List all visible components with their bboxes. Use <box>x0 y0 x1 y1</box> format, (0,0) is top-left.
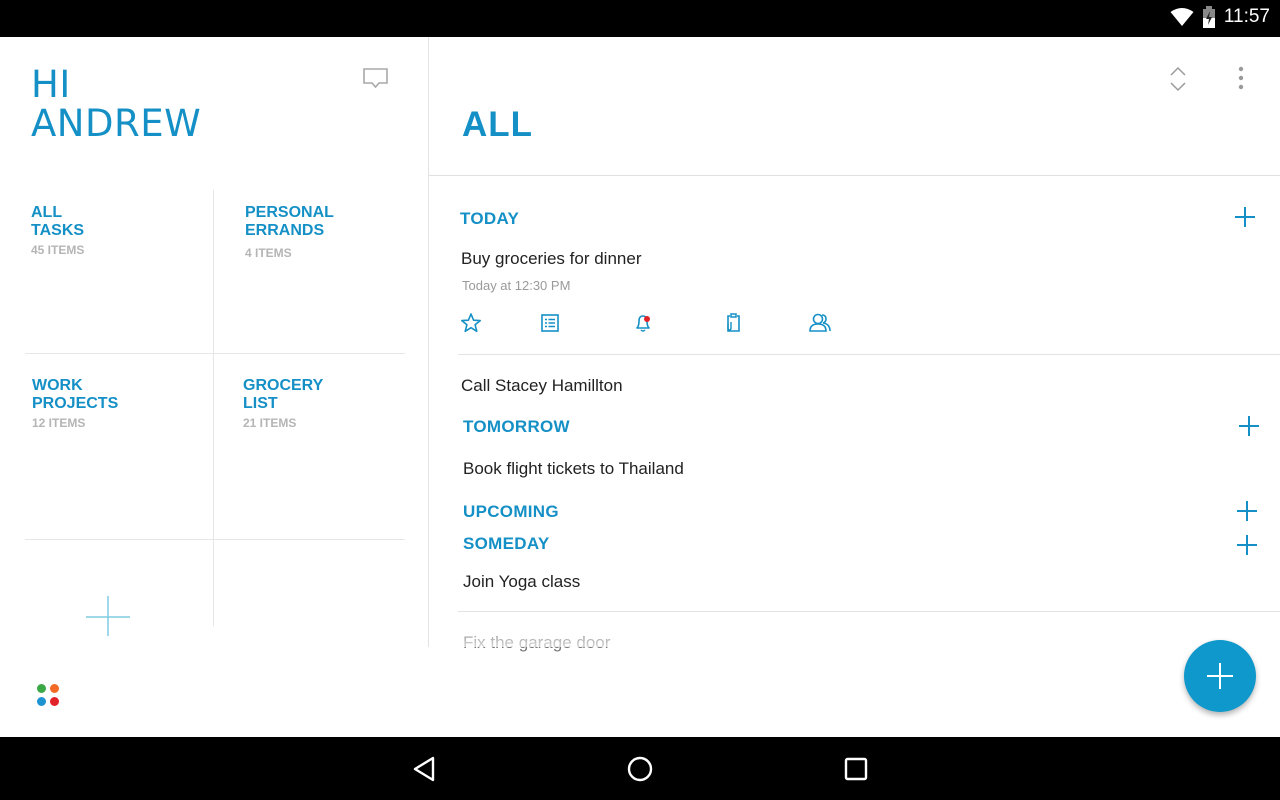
list-title: GROCERY LIST <box>243 377 324 412</box>
lists-panel: HI ANDREW ALL TASKS 45 ITEMS PERSONAL ER… <box>0 37 428 737</box>
recents-button[interactable] <box>841 754 871 784</box>
collapse-expand-button[interactable] <box>1167 65 1189 93</box>
task-buy-groceries[interactable]: Buy groceries for dinner <box>461 249 641 269</box>
row-divider <box>458 611 1280 612</box>
grid-divider <box>213 190 214 626</box>
add-task-fab[interactable] <box>1184 640 1256 712</box>
task-book-flight[interactable]: Book flight tickets to Thailand <box>463 459 684 479</box>
list-title: PERSONAL ERRANDS <box>245 204 334 239</box>
section-upcoming: UPCOMING <box>463 502 559 521</box>
list-count: 4 ITEMS <box>245 246 292 260</box>
add-someday-button[interactable] <box>1235 533 1259 557</box>
plus-icon <box>86 596 130 636</box>
apps-button[interactable] <box>37 684 59 706</box>
add-upcoming-button[interactable] <box>1235 499 1259 523</box>
list-tile-grocery-list[interactable]: GROCERY LIST 21 ITEMS <box>243 377 403 527</box>
list-title: ALL TASKS <box>31 204 85 239</box>
plus-icon <box>1207 663 1233 689</box>
grid-divider <box>25 353 405 354</box>
chat-button[interactable] <box>362 67 390 93</box>
dot-green <box>37 684 46 693</box>
row-divider <box>458 354 1280 355</box>
tasks-panel: ALL TODAY Buy groceries for dinner Today… <box>429 37 1280 737</box>
add-tomorrow-button[interactable] <box>1237 414 1261 438</box>
subtasks-icon <box>541 314 559 332</box>
dot-red <box>50 696 59 706</box>
home-button[interactable] <box>625 754 655 784</box>
status-icons: 11:57 <box>1170 6 1270 28</box>
list-tile-personal-errands[interactable]: PERSONAL ERRANDS 4 ITEMS <box>245 204 405 344</box>
attachment-button[interactable] <box>722 312 744 334</box>
reminder-button[interactable] <box>632 312 654 334</box>
subtasks-button[interactable] <box>539 312 561 334</box>
page-title: ALL <box>462 105 534 144</box>
more-options-button[interactable] <box>1231 65 1251 93</box>
back-icon <box>413 756 435 782</box>
section-today: TODAY <box>460 209 520 228</box>
add-today-button[interactable] <box>1233 205 1257 229</box>
list-count: 21 ITEMS <box>243 416 297 430</box>
dot-orange <box>50 684 59 693</box>
task-due-date: Today at 12:30 PM <box>462 278 571 293</box>
clock: 11:57 <box>1223 6 1270 27</box>
list-title: WORK PROJECTS <box>32 377 119 412</box>
section-someday: SOMEDAY <box>463 534 550 553</box>
task-fix-garage[interactable]: Fix the garage door <box>463 633 610 653</box>
plus-icon <box>1237 501 1257 521</box>
reminder-icon <box>636 315 650 332</box>
collapse-expand-icon <box>1170 66 1186 92</box>
plus-icon <box>1235 207 1255 227</box>
share-icon <box>809 313 831 332</box>
task-join-yoga[interactable]: Join Yoga class <box>463 572 580 592</box>
status-bar: 11:57 <box>0 0 1280 37</box>
share-button[interactable] <box>808 312 831 334</box>
list-count: 12 ITEMS <box>32 416 86 430</box>
list-tile-all-tasks[interactable]: ALL TASKS 45 ITEMS <box>31 204 201 344</box>
add-list-button[interactable] <box>85 594 131 640</box>
navigation-bar <box>0 737 1280 800</box>
greeting: HI ANDREW <box>31 63 202 145</box>
plus-icon <box>1239 416 1259 436</box>
section-tomorrow: TOMORROW <box>463 417 570 436</box>
list-count: 45 ITEMS <box>31 243 85 257</box>
dot-blue <box>37 696 46 706</box>
back-button[interactable] <box>410 754 440 784</box>
task-call-stacey[interactable]: Call Stacey Hamillton <box>461 376 623 396</box>
battery-charging-icon <box>1202 6 1215 28</box>
star-icon <box>460 313 482 333</box>
star-button[interactable] <box>460 312 482 334</box>
attachment-icon <box>727 313 740 332</box>
plus-icon <box>1237 535 1257 555</box>
more-vert-icon <box>1238 66 1244 90</box>
header-divider <box>429 175 1280 176</box>
app-window: HI ANDREW ALL TASKS 45 ITEMS PERSONAL ER… <box>0 37 1280 737</box>
home-icon <box>627 756 653 782</box>
wifi-icon <box>1170 8 1194 26</box>
list-tile-work-projects[interactable]: WORK PROJECTS 12 ITEMS <box>32 377 202 527</box>
recents-icon <box>844 757 868 781</box>
grid-divider <box>25 539 405 540</box>
chat-bubble-icon <box>363 68 388 89</box>
lists-grid: ALL TASKS 45 ITEMS PERSONAL ERRANDS 4 IT… <box>25 190 405 626</box>
